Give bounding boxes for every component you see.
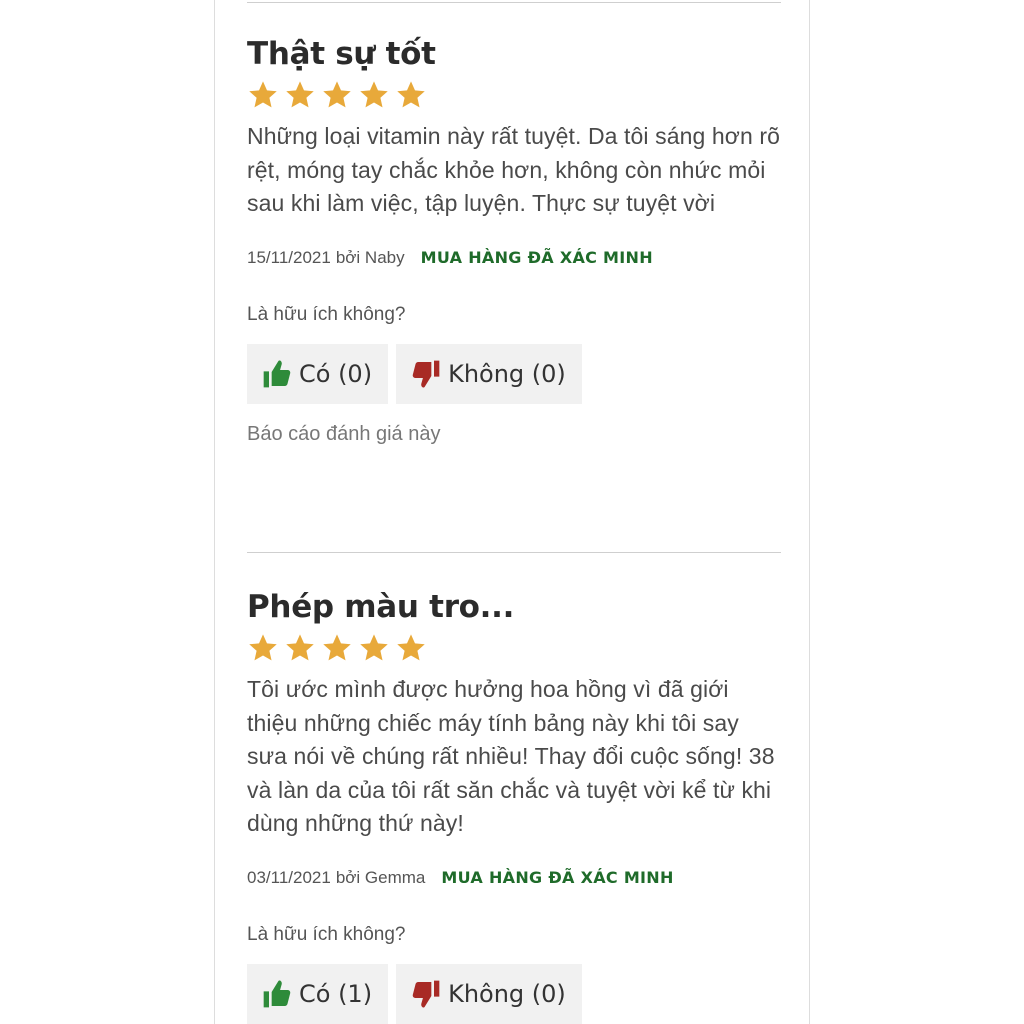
helpful-no-button[interactable]: Không (0) [396, 343, 582, 404]
star-icon [249, 81, 277, 108]
helpful-question: Là hữu ích không? [247, 923, 406, 945]
thumbs-up-icon [263, 979, 291, 1007]
star-icon [360, 634, 388, 661]
helpful-yes-label: Có (1) [299, 979, 373, 1008]
helpful-no-label: Không (0) [448, 979, 566, 1008]
vote-buttons: Có (0) Không (0) [247, 343, 781, 404]
verified-badge: MUA HÀNG ĐÃ XÁC MINH [441, 868, 674, 887]
star-icon [323, 81, 351, 108]
star-icon [323, 634, 351, 661]
review-item: Thật sự tốt Những loại vitamin này rất t… [247, 34, 781, 449]
star-icon [397, 634, 425, 661]
review-title: Thật sự tốt [247, 36, 436, 72]
star-icon [397, 81, 425, 108]
review-date: 03/11/2021 [247, 867, 331, 887]
report-review-link[interactable]: Báo cáo đánh giá này [247, 419, 781, 449]
thumbs-up-icon [263, 359, 291, 387]
thumbs-down-icon [412, 360, 440, 388]
helpful-question: Là hữu ích không? [247, 303, 406, 325]
star-icon [249, 634, 277, 661]
review-body: Tôi ước mình được hưởng hoa hồng vì đã g… [247, 676, 775, 836]
verified-badge: MUA HÀNG ĐÃ XÁC MINH [420, 248, 653, 267]
reviews-panel: Thật sự tốt Những loại vitamin này rất t… [214, 0, 810, 1024]
helpful-no-button[interactable]: Không (0) [396, 963, 582, 1024]
review-divider [247, 552, 781, 553]
top-divider [247, 2, 781, 3]
helpful-yes-button[interactable]: Có (0) [247, 343, 389, 404]
helpful-yes-button[interactable]: Có (1) [247, 963, 389, 1024]
star-rating [247, 78, 781, 112]
review-author: bởi Naby [335, 247, 405, 267]
star-rating [247, 631, 781, 665]
review-item: Phép màu tro... Tôi ước mình được hưởng … [247, 587, 781, 1024]
review-date: 15/11/2021 [247, 247, 331, 267]
star-icon [360, 81, 388, 108]
helpful-no-label: Không (0) [448, 359, 566, 388]
thumbs-down-icon [412, 980, 440, 1008]
review-author: bởi Gemma [335, 867, 426, 887]
star-icon [286, 634, 314, 661]
star-icon [286, 81, 314, 108]
review-meta: 15/11/2021 bởi Naby MUA HÀNG ĐÃ XÁC MINH [247, 243, 781, 273]
vote-buttons: Có (1) Không (0) [247, 963, 781, 1024]
review-meta: 03/11/2021 bởi Gemma MUA HÀNG ĐÃ XÁC MIN… [247, 863, 781, 893]
helpful-yes-label: Có (0) [299, 359, 373, 388]
review-title: Phép màu tro... [247, 589, 515, 625]
review-body: Những loại vitamin này rất tuyệt. Da tôi… [247, 123, 780, 216]
